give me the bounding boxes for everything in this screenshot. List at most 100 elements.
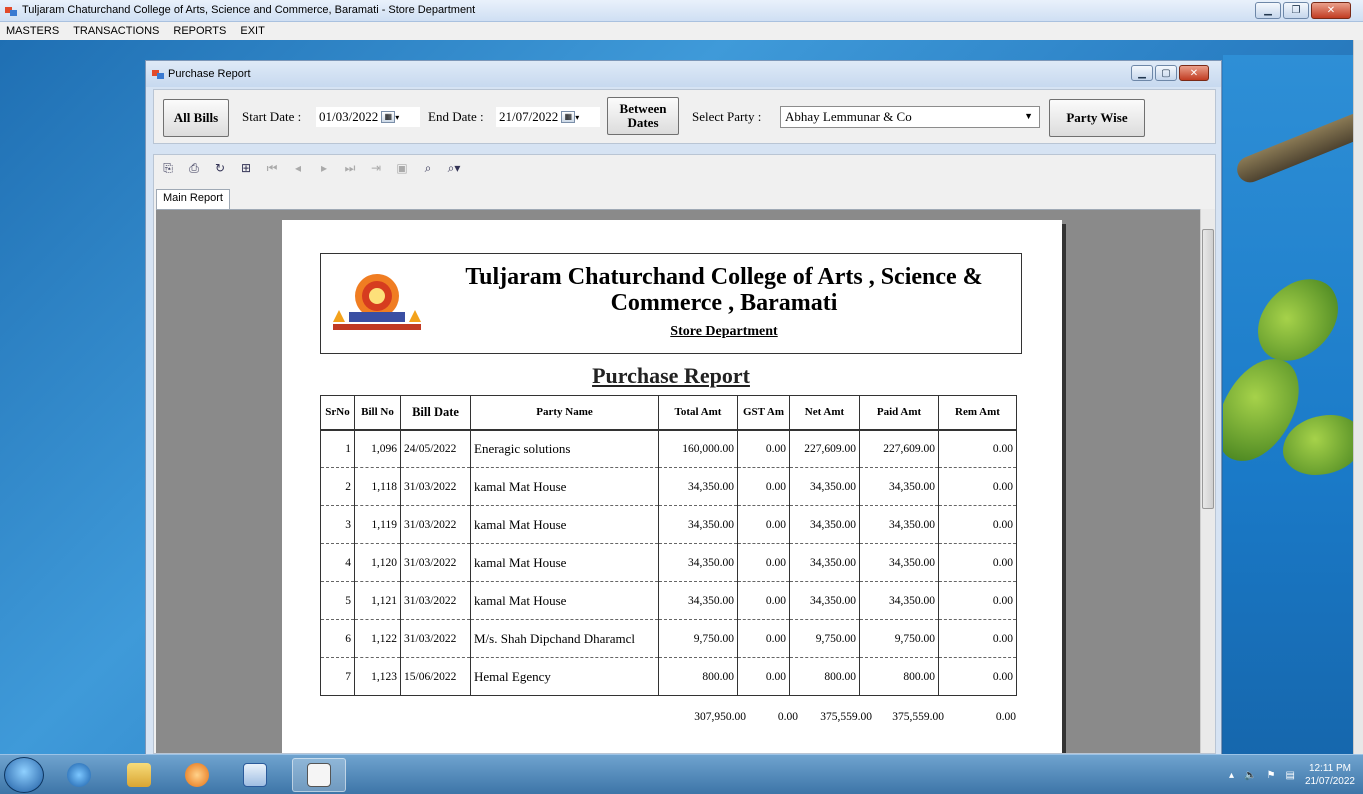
cell-srno: 5 [320,581,355,620]
first-page-icon[interactable]: ⏮ [264,160,280,176]
export-icon[interactable]: ⎘ [160,160,176,176]
cell-rem-amt: 0.00 [938,505,1017,544]
start-date-picker[interactable]: 01/03/2022 ▦ ▾ [316,107,420,127]
media-player-icon[interactable] [170,758,224,792]
minimize-button[interactable]: ▁ [1255,2,1281,19]
cell-bill-no: 1,122 [354,619,401,658]
refresh-icon[interactable]: ↻ [212,160,228,176]
scrollbar-thumb[interactable] [1202,229,1214,509]
col-total-amt: Total Amt [658,395,738,431]
cell-total-amt: 34,350.00 [658,581,738,620]
cell-bill-no: 1,118 [354,467,401,506]
cell-party-name: kamal Mat House [470,505,659,544]
next-page-icon[interactable]: ▸ [316,160,332,176]
cell-party-name: Eneragic solutions [470,429,659,468]
gst-amt-sum: 0.00 [777,711,798,723]
between-dates-button[interactable]: Between Dates [607,97,679,135]
all-bills-button[interactable]: All Bills [163,99,229,137]
desktop-scrollbar[interactable] [1353,40,1363,754]
store-app-icon[interactable] [292,758,346,792]
close-button[interactable]: ✕ [1311,2,1351,19]
menu-transactions[interactable]: TRANSACTIONS [73,25,159,37]
cell-bill-date: 31/03/2022 [400,581,471,620]
goto-page-icon[interactable]: ⇥ [368,160,384,176]
menu-masters[interactable]: MASTERS [6,25,59,37]
volume-icon[interactable]: 🔈 [1244,770,1256,781]
word-icon[interactable] [228,758,282,792]
start-button[interactable] [4,757,44,793]
menu-bar: MASTERS TRANSACTIONS REPORTS EXIT [0,22,1363,40]
action-center-icon[interactable]: ⚑ [1267,770,1276,781]
cell-rem-amt: 0.00 [938,619,1017,658]
child-close-button[interactable]: ✕ [1179,65,1209,81]
menu-reports[interactable]: REPORTS [173,25,226,37]
party-select-value: Abhay Lemmunar & Co [785,109,912,124]
child-minimize-button[interactable]: ▁ [1131,65,1153,81]
prev-page-icon[interactable]: ◂ [290,160,306,176]
print-icon[interactable]: ⎙ [186,160,202,176]
menu-exit[interactable]: EXIT [240,25,264,37]
group-tree-icon[interactable]: ⊞ [238,160,254,176]
cell-total-amt: 9,750.00 [658,619,738,658]
table-row: 3 1,119 31/03/2022 kamal Mat House 34,35… [320,505,1017,544]
clock-time: 12:11 PM [1308,763,1351,774]
col-srno: SrNo [320,395,355,431]
cell-total-amt: 34,350.00 [658,467,738,506]
end-date-picker[interactable]: 21/07/2022 ▦ ▾ [496,107,600,127]
college-logo-icon [333,274,421,330]
cell-bill-date: 31/03/2022 [400,543,471,582]
find-icon[interactable]: ⌕ [420,160,436,176]
select-party-label: Select Party : [692,109,762,124]
zoom-icon[interactable]: ⌕▾ [446,160,462,176]
cell-paid-amt: 34,350.00 [859,467,939,506]
show-hidden-icons-icon[interactable]: ▴ [1229,770,1234,781]
cell-gst-amt: 0.00 [737,657,790,696]
party-wise-button[interactable]: Party Wise [1049,99,1145,137]
child-maximize-button[interactable]: ▢ [1155,65,1177,81]
col-paid-amt: Paid Amt [859,395,939,431]
clock[interactable]: 12:11 PM 21/07/2022 [1305,762,1355,788]
tab-main-report[interactable]: Main Report [156,189,230,209]
network-icon[interactable]: ▤ [1285,770,1294,781]
cell-srno: 7 [320,657,355,696]
col-bill-date: Bill Date [400,395,471,431]
college-name-line1: Tuljaram Chaturchand College of Arts , S… [465,264,983,290]
cell-net-amt: 800.00 [789,657,860,696]
cell-net-amt: 9,750.00 [789,619,860,658]
cell-srno: 4 [320,543,355,582]
table-row: 6 1,122 31/03/2022 M/s. Shah Dipchand Dh… [320,619,1017,658]
cell-rem-amt: 0.00 [938,543,1017,582]
table-row: 4 1,120 31/03/2022 kamal Mat House 34,35… [320,543,1017,582]
department-name: Store Department [670,324,778,339]
cell-party-name: M/s. Shah Dipchand Dharamcl [470,619,659,658]
filter-bar: All Bills Start Date : 01/03/2022 ▦ ▾ End… [153,89,1216,144]
app-title-bar: Tuljaram Chaturchand College of Arts, Sc… [0,0,1363,22]
cell-gst-amt: 0.00 [737,543,790,582]
stop-icon[interactable]: ▣ [394,160,410,176]
party-select[interactable]: Abhay Lemmunar & Co ▼ [780,106,1040,128]
restore-button[interactable]: ❐ [1283,2,1309,19]
cell-net-amt: 34,350.00 [789,543,860,582]
cell-paid-amt: 34,350.00 [859,505,939,544]
rem-amt-sum: 0.00 [995,711,1016,723]
last-page-icon[interactable]: ⏭ [342,160,358,176]
calendar-icon[interactable]: ▦ [561,111,576,123]
cell-bill-no: 1,096 [354,429,401,468]
total-amt-sum: 307,950.00 [694,711,746,723]
cell-gst-amt: 0.00 [737,467,790,506]
cell-paid-amt: 9,750.00 [859,619,939,658]
end-date-label: End Date : [428,109,484,124]
internet-explorer-icon[interactable] [52,758,106,792]
cell-total-amt: 34,350.00 [658,505,738,544]
cell-net-amt: 34,350.00 [789,581,860,620]
cell-rem-amt: 0.00 [938,657,1017,696]
cell-bill-date: 31/03/2022 [400,619,471,658]
report-scrollbar[interactable] [1200,209,1215,753]
cell-bill-no: 1,119 [354,505,401,544]
taskbar: ▴ 🔈 ⚑ ▤ 12:11 PM 21/07/2022 [0,754,1363,794]
viewer-toolbar: ⎘ ⎙ ↻ ⊞ ⏮ ◂ ▸ ⏭ ⇥ ▣ ⌕ ⌕▾ [160,160,462,176]
cell-gst-amt: 0.00 [737,505,790,544]
calendar-icon[interactable]: ▦ [381,111,396,123]
cell-party-name: kamal Mat House [470,467,659,506]
file-explorer-icon[interactable] [112,758,166,792]
